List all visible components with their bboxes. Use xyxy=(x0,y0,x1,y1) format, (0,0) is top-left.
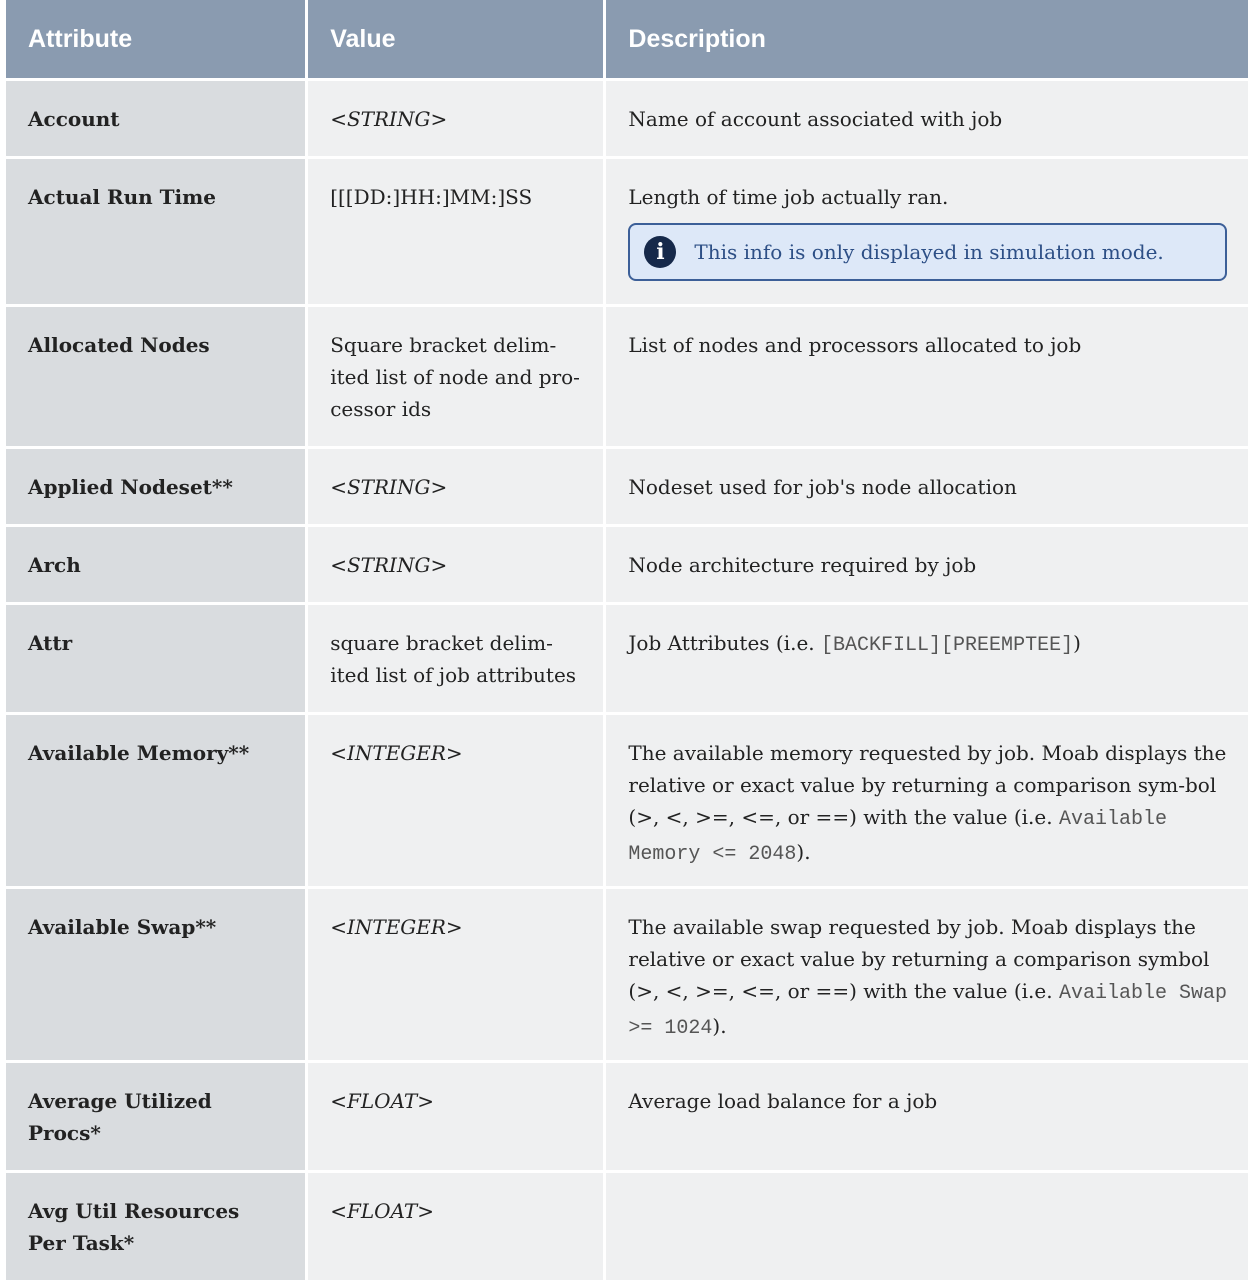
description-tail: ) xyxy=(1073,631,1081,655)
attribute-cell: Avg Util Resources Per Task* xyxy=(6,1173,306,1280)
value-line: square bracket delim- xyxy=(330,631,553,655)
description-cell: Average load balance for a job xyxy=(606,1063,1248,1170)
value-cell: square bracket delim- ited list of job a… xyxy=(308,605,604,712)
table-row: Available Memory** <INTEGER> The availab… xyxy=(6,715,1248,886)
table-row: Available Swap** <INTEGER> The available… xyxy=(6,889,1248,1060)
value-cell: [[[DD:]HH:]MM:]SS xyxy=(308,159,604,304)
value-cell: <STRING> xyxy=(308,81,604,156)
value-cell: <STRING> xyxy=(308,527,604,602)
value-cell: <INTEGER> xyxy=(308,889,604,1060)
header-row: Attribute Value Description xyxy=(6,0,1248,78)
value-line: cessor ids xyxy=(330,397,432,421)
attribute-cell: Available Memory** xyxy=(6,715,306,886)
table-row: Arch <STRING> Node architecture required… xyxy=(6,527,1248,602)
attribute-cell: Actual Run Time xyxy=(6,159,306,304)
info-icon: i xyxy=(644,236,677,268)
description-cell: The available memory requested by job. M… xyxy=(606,715,1248,886)
value-cell: Square bracket delim- ited list of node … xyxy=(308,307,604,446)
header-description: Description xyxy=(606,0,1248,78)
description-cell: Node architecture required by job xyxy=(606,527,1248,602)
table-row: Allocated Nodes Square bracket delim- it… xyxy=(6,307,1248,446)
description-tail: ). xyxy=(796,840,811,864)
value-line: ited list of node and pro- xyxy=(330,365,580,389)
value-line: ited list of job attributes xyxy=(330,663,577,687)
description-cell: Nodeset used for job's node allocation xyxy=(606,449,1248,524)
table-row: Actual Run Time [[[DD:]HH:]MM:]SS Length… xyxy=(6,159,1248,304)
table-row: Applied Nodeset** <STRING> Nodeset used … xyxy=(6,449,1248,524)
attribute-cell: Account xyxy=(6,81,306,156)
description-cell: Length of time job actually ran. i This … xyxy=(606,159,1248,304)
table-row: Avg Util Resources Per Task* <FLOAT> xyxy=(6,1173,1248,1280)
value-cell: <INTEGER> xyxy=(308,715,604,886)
header-value: Value xyxy=(308,0,604,78)
description-text: Job Attributes (i.e. xyxy=(628,631,822,655)
table-row: Average Utilized Procs* <FLOAT> Average … xyxy=(6,1063,1248,1170)
value-cell: <STRING> xyxy=(308,449,604,524)
description-text: Length of time job actually ran. xyxy=(628,185,949,209)
value-cell: <FLOAT> xyxy=(308,1063,604,1170)
info-note-text: This info is only displayed in simulatio… xyxy=(694,240,1164,264)
table-row: Attr square bracket delim- ited list of … xyxy=(6,605,1248,712)
attribute-cell: Arch xyxy=(6,527,306,602)
attribute-cell: Allocated Nodes xyxy=(6,307,306,446)
attribute-cell: Available Swap** xyxy=(6,889,306,1060)
description-cell xyxy=(606,1173,1248,1280)
description-cell: Name of account associated with job xyxy=(606,81,1248,156)
value-line: Square bracket delim- xyxy=(330,333,557,357)
value-cell: <FLOAT> xyxy=(308,1173,604,1280)
description-cell: Job Attributes (i.e. [BACKFILL][PREEMPTE… xyxy=(606,605,1248,712)
info-note: i This info is only displayed in simulat… xyxy=(628,223,1227,281)
attribute-cell: Average Utilized Procs* xyxy=(6,1063,306,1170)
description-cell: The available swap requested by job. Moa… xyxy=(606,889,1248,1060)
table-row: Account <STRING> Name of account associa… xyxy=(6,81,1248,156)
description-tail: ). xyxy=(712,1014,727,1038)
header-attribute: Attribute xyxy=(6,0,306,78)
attribute-cell: Applied Nodeset** xyxy=(6,449,306,524)
attribute-cell: Attr xyxy=(6,605,306,712)
attribute-table: Attribute Value Description Account <STR… xyxy=(3,0,1248,1283)
description-cell: List of nodes and processors allocated t… xyxy=(606,307,1248,446)
description-code: [BACKFILL][PREEMPTEE] xyxy=(821,634,1074,657)
